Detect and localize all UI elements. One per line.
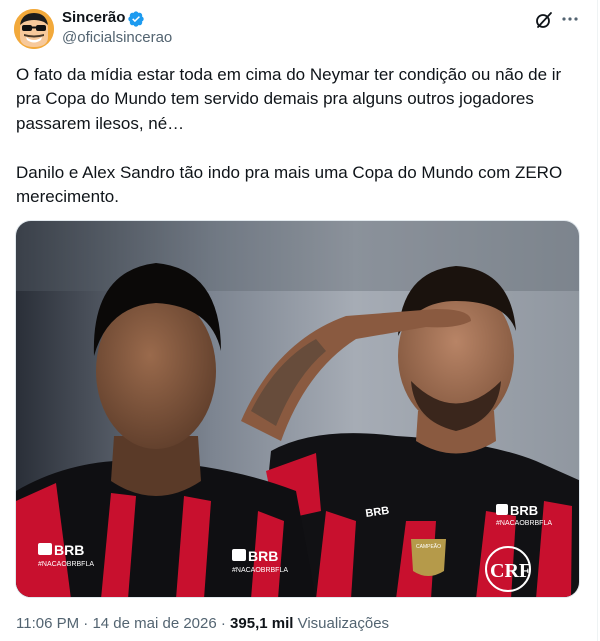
tweet-paragraph-1: O fato da mídia estar toda em cima do Ne…: [16, 65, 562, 133]
left-hashtag-text-2: #NACAOBRBFLA: [232, 567, 288, 574]
divider: [597, 0, 598, 641]
tweet-card: Sincerão @oficialsincerao O fato da mídi…: [0, 0, 600, 641]
tweet-date[interactable]: 14 de mai de 2026: [92, 615, 216, 632]
left-sponsor-text: BRB: [54, 542, 84, 558]
tweet-meta: 11:06 PM · 14 de mai de 2026 · 395,1 mil…: [16, 614, 389, 634]
grok-icon[interactable]: [534, 10, 554, 30]
tweet-paragraph-2: Danilo e Alex Sandro tão indo pra mais u…: [16, 162, 563, 207]
meta-separator: ·: [83, 615, 89, 632]
crest-text: CRF: [490, 560, 531, 582]
more-options-icon[interactable]: [560, 9, 580, 29]
tweet-time[interactable]: 11:06 PM: [16, 615, 79, 632]
verified-badge-icon: [128, 11, 144, 27]
tweet-photo[interactable]: BRB #NACAOBRBFLA BRB #NACAOBRBFLA BRB #N…: [15, 220, 580, 598]
avatar[interactable]: [14, 9, 54, 49]
right-sponsor-text: BRB: [510, 503, 538, 518]
views-label: Visualizações: [297, 615, 390, 632]
left-sponsor-text-2: BRB: [248, 548, 278, 564]
author-handle[interactable]: @oficialsincerao: [62, 29, 172, 47]
left-hashtag-text: #NACAOBRBFLA: [38, 561, 94, 568]
patch-text: CAMPEÃO: [416, 543, 441, 550]
right-hashtag-text: #NACAOBRBFLA: [496, 520, 552, 527]
tweet-text: O fato da mídia estar toda em cima do Ne…: [16, 63, 581, 209]
players-photo: BRB #NACAOBRBFLA BRB #NACAOBRBFLA BRB #N…: [16, 221, 579, 597]
author-display-name[interactable]: Sincerão: [62, 9, 125, 27]
views-count: 395,1 mil: [230, 615, 294, 632]
cartoon-face-avatar-icon: [14, 9, 54, 49]
meta-separator-2: ·: [220, 615, 226, 632]
